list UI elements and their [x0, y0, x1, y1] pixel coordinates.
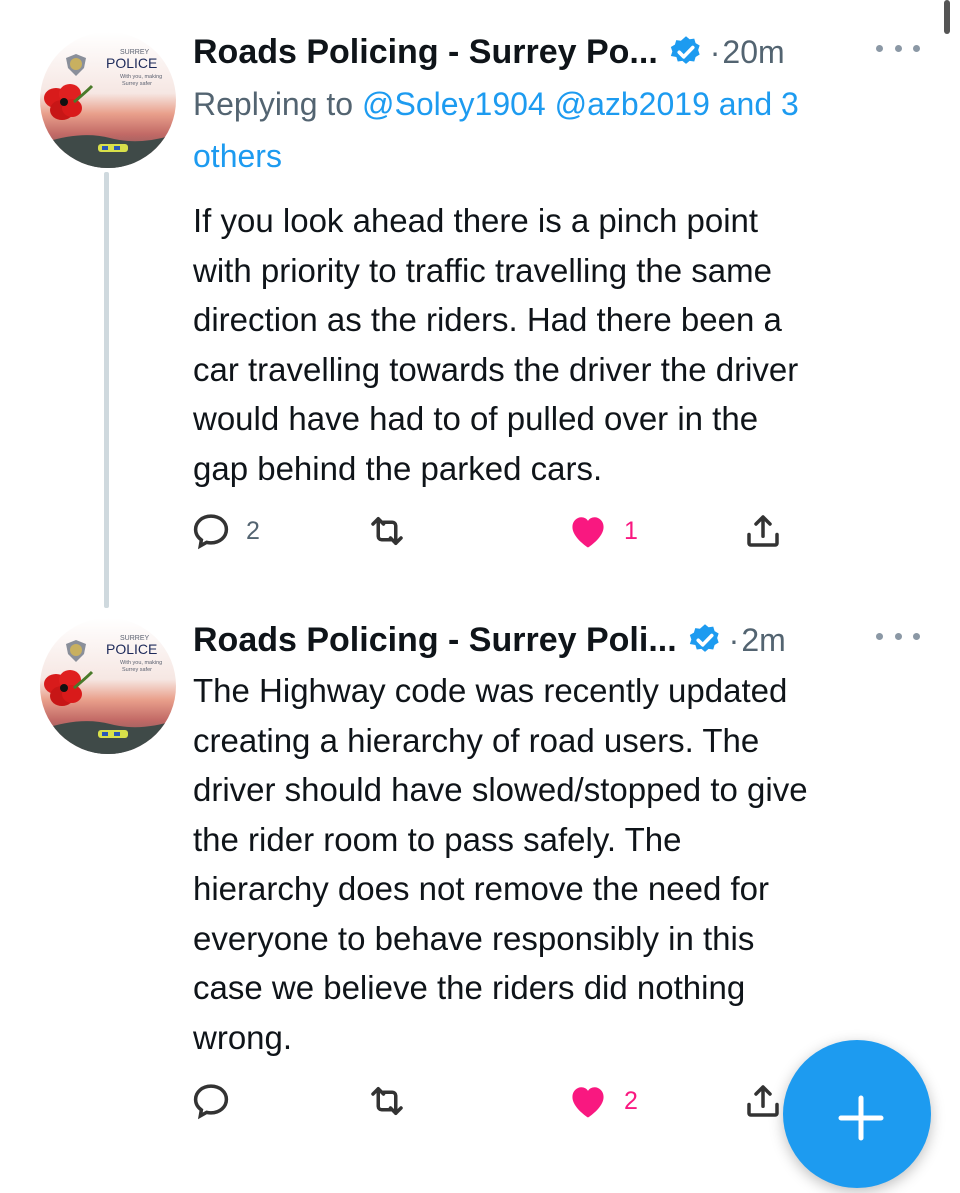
tweet-text-line: hierarchy does not remove the need for: [193, 870, 770, 907]
like-button[interactable]: 2: [566, 1076, 638, 1126]
replying-handles[interactable]: @Soley1904 @azb2019: [362, 86, 710, 122]
reply-button[interactable]: [190, 1076, 246, 1126]
logo-tagline-1: With you, making: [120, 74, 162, 80]
thread-line: [104, 172, 109, 608]
logo-tagline-2: Surrey safer: [122, 667, 152, 673]
tweet-text-line: gap behind the parked cars.: [193, 449, 603, 487]
heart-icon: [572, 1087, 604, 1118]
heart-icon: [572, 517, 604, 548]
author-name[interactable]: Roads Policing - Surrey Poli...: [193, 621, 677, 660]
reply-icon: [193, 1084, 229, 1120]
avatar[interactable]: SURREY POLICE With you, making Surrey sa…: [40, 618, 176, 754]
verified-badge-icon: [670, 36, 700, 64]
tweet-text-line: case we believe the riders did nothing: [193, 969, 746, 1006]
tweet-text-line: direction as the riders. Had there been …: [193, 301, 782, 338]
retweet-icon: [371, 517, 403, 545]
reply-button[interactable]: 2: [190, 506, 260, 556]
like-button[interactable]: 1: [566, 506, 638, 556]
tweet-text-line: everyone to behave responsibly in this: [193, 919, 755, 957]
timestamp[interactable]: 2m: [741, 622, 785, 659]
tweet-text-line: would have had to of pulled over in the: [193, 400, 759, 437]
tweet-text-line: the rider room to pass safely. The: [193, 820, 682, 858]
tweet-text: The Highway code was recently updated cr…: [193, 666, 933, 1062]
verified-badge-icon: [689, 624, 719, 652]
share-icon: [747, 515, 779, 547]
tweet-text-line: creating a hierarchy of road users. The: [193, 721, 760, 759]
retweet-button[interactable]: [366, 506, 422, 556]
logo-name-text: POLICE: [106, 55, 157, 71]
tweet-actions: 2: [190, 1076, 810, 1126]
dot-separator: ·: [709, 33, 721, 70]
timestamp[interactable]: 20m: [722, 34, 784, 71]
tweet-text-line: car travelling towards the driver the dr…: [193, 350, 799, 388]
logo-tagline-1: With you, making: [120, 660, 162, 666]
share-icon: [747, 1085, 779, 1117]
replying-others-1[interactable]: and 3: [719, 86, 799, 122]
replying-others-2[interactable]: others: [193, 138, 282, 174]
compose-button[interactable]: [783, 1040, 931, 1188]
avatar[interactable]: SURREY POLICE With you, making Surrey sa…: [40, 32, 176, 168]
tweet-header: Roads Policing - Surrey Poli... · 2m: [193, 616, 920, 664]
tweet-1[interactable]: SURREY POLICE With you, making Surrey sa…: [0, 0, 960, 610]
like-count: 2: [624, 1086, 638, 1115]
reply-count: 2: [246, 516, 260, 545]
tweet-header: Roads Policing - Surrey Po... · 20m: [193, 28, 920, 76]
more-options-icon[interactable]: [876, 624, 920, 648]
replying-prefix: Replying to: [193, 86, 354, 122]
retweet-button[interactable]: [366, 1076, 422, 1126]
logo-tagline-2: Surrey safer: [122, 81, 152, 87]
replying-to: Replying to @Soley1904 @azb2019 and 3 ot…: [193, 78, 913, 182]
tweet-text-line: driver should have slowed/stopped to giv…: [193, 771, 808, 808]
author-name[interactable]: Roads Policing - Surrey Po...: [193, 33, 658, 72]
like-count: 1: [624, 516, 638, 545]
retweet-icon: [371, 1087, 403, 1115]
tweet-text-line: with priority to traffic travelling the …: [193, 251, 772, 289]
share-button[interactable]: [742, 1076, 784, 1126]
logo-name-text: POLICE: [106, 641, 157, 657]
dot-separator: ·: [728, 621, 740, 658]
reply-icon: [193, 514, 229, 550]
tweet-text-line: If you look ahead there is a pinch point: [193, 202, 759, 239]
tweet-text-line: The Highway code was recently updated: [193, 672, 788, 709]
more-options-icon[interactable]: [876, 36, 920, 60]
compose-plus-icon: [838, 1095, 884, 1141]
tweet-actions: 2 1: [190, 506, 810, 556]
tweet-text: If you look ahead there is a pinch point…: [193, 196, 933, 493]
share-button[interactable]: [742, 506, 784, 556]
